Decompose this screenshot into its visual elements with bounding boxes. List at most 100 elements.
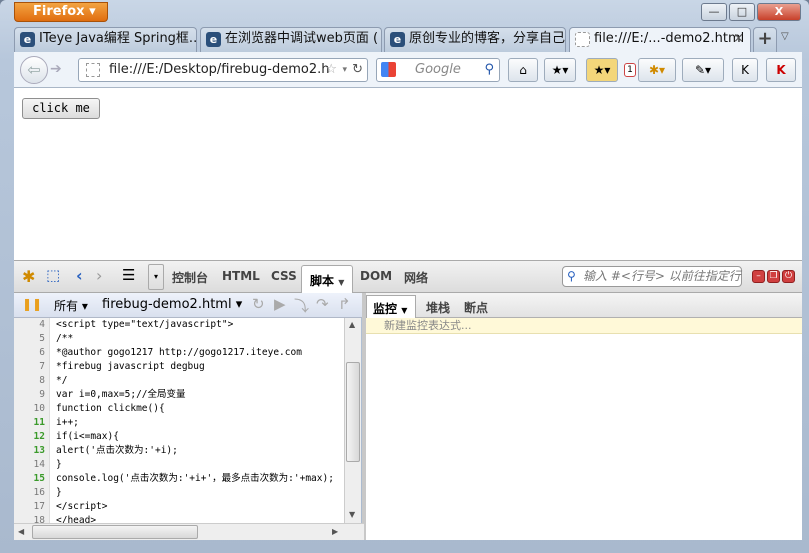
tab-breakpoints[interactable]: 断点 [464,299,488,316]
tab-stack[interactable]: 堆栈 [426,299,450,316]
search-bar[interactable]: Google ⚲ [376,58,500,82]
search-placeholder: Google [415,62,461,77]
firebug-icon: ✱▾ [648,63,666,77]
tab-list-icon[interactable]: ▽ [781,31,789,42]
scrollbar-thumb[interactable] [32,525,198,539]
scroll-left-icon[interactable]: ◀ [18,527,24,536]
firefox-menu-button[interactable]: Firefox ▾ [14,2,108,22]
bookmarks-button[interactable]: ★▾ [544,58,576,82]
new-tab-button[interactable]: + [753,27,777,52]
line-number[interactable]: 15 [14,472,50,486]
scroll-up-icon[interactable]: ▲ [349,320,355,329]
vertical-scrollbar[interactable]: ▲ ▼ [344,318,361,523]
line-number[interactable]: 7 [14,360,50,374]
tab-demo2[interactable]: file:///E:/...-demo2.html × [569,27,751,53]
side-panel-tabs: 监控 ▼ 堆栈 断点 [366,293,802,318]
forward-icon[interactable]: ➔ [50,61,62,77]
pause-icon[interactable]: ❚❚ [22,297,42,311]
line-number[interactable]: 12 [14,430,50,444]
code-line: 17 </script> [14,500,344,514]
back-arrow-icon[interactable]: ‹ [76,266,83,285]
code-line: 15 console.log('点击次数为:'+i+'，最多点击次数为:'+max… [14,472,344,486]
firebug-search-input[interactable]: ⚲ 输入 #<行号> 以前往指定行 [562,266,742,287]
step-over-icon[interactable]: ↷ [316,295,329,313]
minimize-button[interactable]: — [701,3,727,21]
line-number[interactable]: 11 [14,416,50,430]
tab-net[interactable]: 网络 [404,269,428,286]
click-me-button[interactable]: click me [22,98,100,119]
firebug-icon[interactable]: ✱ [22,267,35,286]
line-number[interactable]: 8 [14,374,50,388]
watch-panel: 新建监控表达式... [366,318,802,540]
dropdown-icon: ▼ [401,306,408,315]
line-number[interactable]: 9 [14,388,50,402]
script-filter-dropdown[interactable]: 所有 ▾ [54,297,88,314]
horizontal-scrollbar[interactable]: ◀ ▶ [14,523,364,540]
scrollbar-thumb[interactable] [346,362,360,462]
line-number[interactable]: 10 [14,402,50,416]
script-toolbar: ❚❚ 所有 ▾ firebug-demo2.html ▾ ↻ ▶ ⤵ ↷ ↱ [14,293,364,318]
continue-icon[interactable]: ▶ [274,295,286,313]
tab-blog[interactable]: e 原创专业的博客，分享自己... [384,27,566,52]
code-line: 18 </head> [14,514,344,523]
step-out-icon[interactable]: ↱ [338,295,351,313]
search-icon: ⚲ [567,269,576,283]
eyedropper-button[interactable]: ✎▾ [682,58,724,82]
code-line: 13 alert('点击次数为:'+i); [14,444,344,458]
search-icon[interactable]: ⚲ [484,59,494,81]
tab-dom[interactable]: DOM [360,269,392,283]
forward-arrow-icon[interactable]: › [96,266,102,285]
tab-console[interactable]: 控制台 [172,269,208,286]
line-number[interactable]: 14 [14,458,50,472]
url-dropdown-icon[interactable]: ▾ [342,59,347,81]
panel-menu-icon[interactable]: ▾ [148,264,164,290]
minimize-firebug-icon[interactable]: – [752,270,765,283]
tab-title: ITeye Java编程 Spring框... [39,31,197,46]
k-button[interactable]: K [732,58,758,82]
line-number[interactable]: 4 [14,318,50,332]
line-number[interactable]: 18 [14,514,50,523]
line-number[interactable]: 6 [14,346,50,360]
line-number[interactable]: 16 [14,486,50,500]
home-icon: ⌂ [519,63,527,77]
tab-script[interactable]: 脚本 ▼ [301,265,353,294]
rerun-icon[interactable]: ↻ [252,295,265,313]
code-line: 4 <script type="text/javascript"> [14,318,344,332]
line-number[interactable]: 5 [14,332,50,346]
step-into-icon[interactable]: ⤵ [294,295,309,316]
inspect-icon[interactable]: ⬚ [46,266,60,284]
maximize-button[interactable]: □ [729,3,755,21]
bookmark-menu-button[interactable]: ★▾ [586,58,618,82]
reload-icon[interactable]: ↻ [352,59,363,81]
scroll-down-icon[interactable]: ▼ [349,510,355,519]
menu-icon[interactable]: ☰ [122,266,135,284]
kaspersky-button[interactable]: K [766,58,796,82]
line-number[interactable]: 13 [14,444,50,458]
back-icon[interactable]: ⇦ [20,56,48,84]
line-number[interactable]: 17 [14,500,50,514]
notification-badge[interactable]: 1 [624,63,636,77]
firebug-toolbar: ✱ ⬚ ‹ › ☰ ▾ 控制台 HTML CSS 脚本 ▼ DOM 网络 ⚲ 输入… [14,260,802,294]
script-source-view[interactable]: 4 <script type="text/javascript"> 5 /** 6 *@a… [14,318,344,523]
tab-iteye[interactable]: e ITeye Java编程 Spring框... [14,27,197,52]
code-text: </head> [56,515,97,523]
scroll-right-icon[interactable]: ▶ [332,527,338,536]
firebug-button[interactable]: ✱▾ [638,58,676,82]
new-watch-expression-input[interactable]: 新建监控表达式... [366,318,802,334]
tab-css[interactable]: CSS [271,269,297,283]
tab-html[interactable]: HTML [222,269,260,283]
close-window-button[interactable]: X [757,3,801,21]
tab-watch[interactable]: 监控 ▼ [366,295,416,318]
script-file-dropdown[interactable]: firebug-demo2.html ▾ [102,297,242,312]
detach-firebug-icon[interactable]: ❐ [767,270,780,283]
tab-debug-web[interactable]: e 在浏览器中调试web页面 ( ... [200,27,382,52]
close-firebug-icon[interactable]: ⏻ [782,270,795,283]
code-text: *firebug javascript degbug [56,361,205,372]
firefox-label: Firefox [33,4,85,19]
url-bar[interactable]: file:///E:/Desktop/firebug-demo2.h ☆ ▾ ↻ [78,58,368,82]
close-tab-icon[interactable]: × [733,28,744,50]
home-button[interactable]: ⌂ [508,58,538,82]
code-text: } [56,459,62,470]
bookmark-star-icon[interactable]: ☆ [325,59,337,81]
code-text: i++; [56,417,79,428]
